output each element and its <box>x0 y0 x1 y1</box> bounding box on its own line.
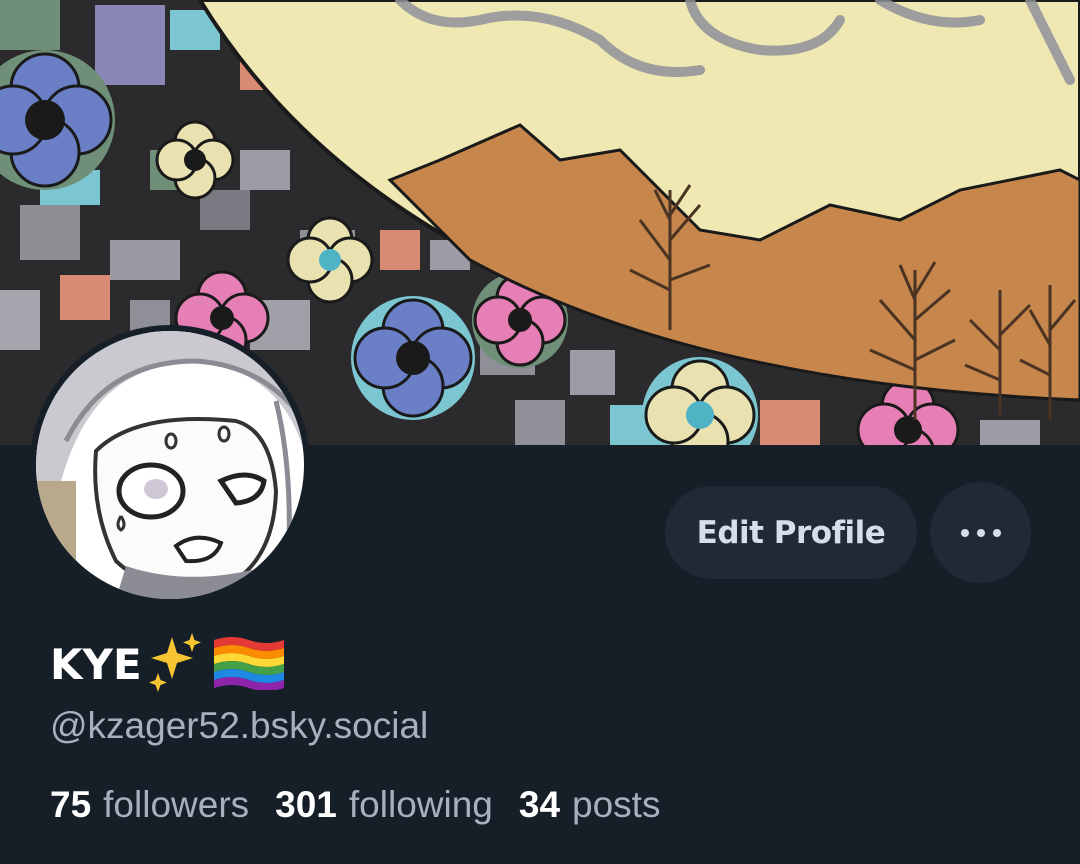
edit-profile-button[interactable]: Edit Profile <box>665 486 917 579</box>
display-name: KYE <box>50 639 142 689</box>
ellipsis-icon <box>960 528 1001 537</box>
posts-count: 34 <box>518 784 561 825</box>
display-name-row: KYE <box>50 632 286 696</box>
following-count: 301 <box>275 784 337 825</box>
sparkles-emoji-icon <box>146 631 208 697</box>
more-options-button[interactable] <box>930 482 1031 583</box>
posts-stat: 34 posts <box>519 784 661 826</box>
followers-stat[interactable]: 75 followers <box>50 784 249 826</box>
following-label: following <box>348 784 493 825</box>
avatar[interactable] <box>30 325 310 605</box>
rainbow-flag-emoji-icon <box>212 634 286 694</box>
profile-handle: @kzager52.bsky.social <box>50 705 429 746</box>
following-stat[interactable]: 301 following <box>275 784 493 826</box>
followers-count: 75 <box>50 784 92 825</box>
profile-stats: 75 followers 301 following 34 posts <box>50 784 686 826</box>
posts-label: posts <box>572 784 661 825</box>
followers-label: followers <box>103 784 250 825</box>
